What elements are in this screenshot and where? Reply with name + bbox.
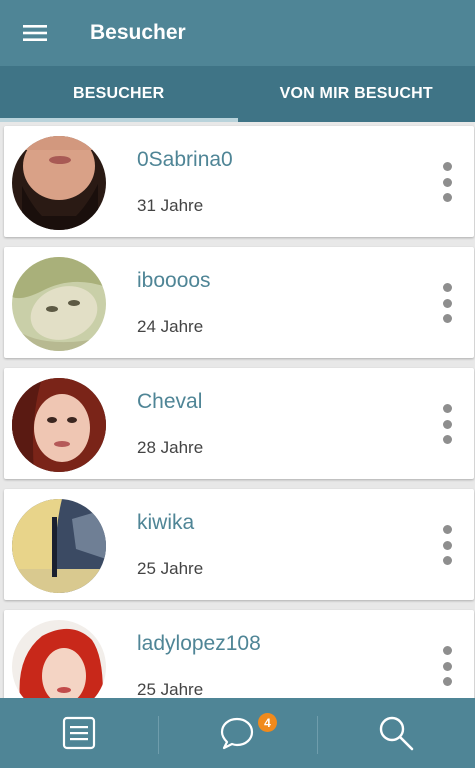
messages-badge: 4 xyxy=(258,713,277,732)
more-options-icon[interactable] xyxy=(442,404,452,444)
visitor-name[interactable]: Cheval xyxy=(137,390,202,414)
more-options-icon[interactable] xyxy=(442,162,452,202)
visitor-card[interactable]: kiwika 25 Jahre xyxy=(4,489,474,600)
list-icon[interactable] xyxy=(0,698,158,768)
more-options-icon[interactable] xyxy=(442,525,452,565)
visitor-name[interactable]: iboooos xyxy=(137,269,211,293)
avatar[interactable] xyxy=(12,378,106,472)
avatar[interactable] xyxy=(12,620,106,698)
avatar[interactable] xyxy=(12,136,106,230)
visitor-name[interactable]: ladylopez108 xyxy=(137,632,261,656)
app-bar: Besucher xyxy=(0,0,475,66)
visitor-name[interactable]: kiwika xyxy=(137,511,194,535)
visitor-card[interactable]: iboooos 24 Jahre xyxy=(4,247,474,358)
visitor-age: 31 Jahre xyxy=(137,196,204,215)
visitor-age: 24 Jahre xyxy=(137,317,204,336)
visitor-list[interactable]: 0Sabrina0 31 Jahre iboooos 24 Jahre Chev… xyxy=(0,122,475,698)
visitor-card[interactable]: ladylopez108 25 Jahre xyxy=(4,610,474,698)
more-options-icon[interactable] xyxy=(442,646,452,686)
visitor-name[interactable]: 0Sabrina0 xyxy=(137,148,233,172)
bottom-navigation xyxy=(0,698,475,768)
search-icon[interactable] xyxy=(316,698,475,768)
visitor-card[interactable]: 0Sabrina0 31 Jahre xyxy=(4,126,474,237)
hamburger-menu-icon[interactable] xyxy=(0,0,70,66)
avatar[interactable] xyxy=(12,499,106,593)
avatar[interactable] xyxy=(12,257,106,351)
visitor-age: 25 Jahre xyxy=(137,680,204,698)
tab-bar: BESUCHER VON MIR BESUCHT xyxy=(0,66,475,122)
visitor-age: 25 Jahre xyxy=(137,559,204,578)
page-title: Besucher xyxy=(90,21,186,44)
visitor-age: 28 Jahre xyxy=(137,438,204,457)
tab-besucher[interactable]: BESUCHER xyxy=(0,66,238,122)
chat-bubble-icon[interactable] xyxy=(158,698,316,768)
visitor-card[interactable]: Cheval 28 Jahre xyxy=(4,368,474,479)
tab-von-mir-besucht[interactable]: VON MIR BESUCHT xyxy=(238,66,475,122)
more-options-icon[interactable] xyxy=(442,283,452,323)
